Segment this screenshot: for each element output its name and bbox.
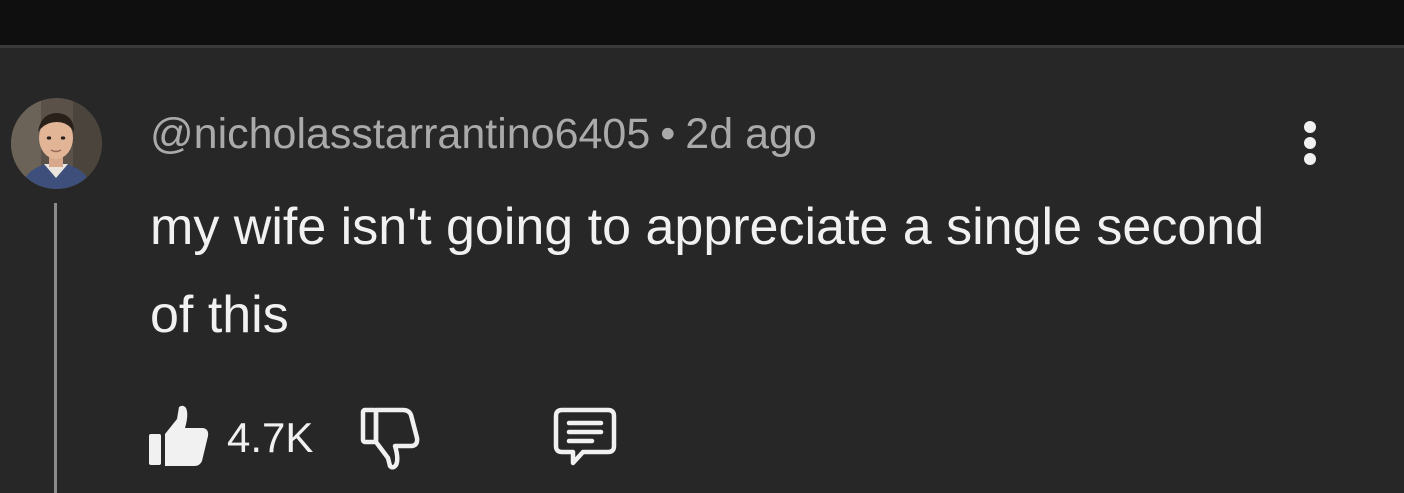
thumbs-up-icon xyxy=(149,405,209,466)
avatar[interactable] xyxy=(11,98,102,189)
like-count: 4.7K xyxy=(227,414,314,461)
three-dots-vertical-icon-dot xyxy=(1304,153,1316,165)
thread-line xyxy=(54,203,57,493)
dislike-button[interactable] xyxy=(358,403,424,471)
three-dots-vertical-icon xyxy=(1304,121,1316,133)
three-dots-vertical-icon-dot xyxy=(1304,137,1316,149)
comment-text: my wife isn't going to appreciate a sing… xyxy=(150,198,1265,344)
reply-button[interactable] xyxy=(550,403,620,471)
avatar-image xyxy=(11,98,102,189)
comment: @nicholasstarrantino6405 • 2d ago my wife … xyxy=(0,48,1404,493)
like-button[interactable] xyxy=(148,403,210,471)
meta-separator: • xyxy=(660,110,676,158)
comment-bubble-icon xyxy=(553,407,617,466)
more-options-button[interactable] xyxy=(1286,113,1336,173)
thumbs-down-icon xyxy=(360,407,420,470)
top-bar xyxy=(0,0,1404,45)
comment-meta: @nicholasstarrantino6405 • 2d ago xyxy=(150,108,817,160)
author-handle[interactable]: @nicholasstarrantino6405 xyxy=(150,110,650,158)
timestamp[interactable]: 2d ago xyxy=(685,110,817,158)
